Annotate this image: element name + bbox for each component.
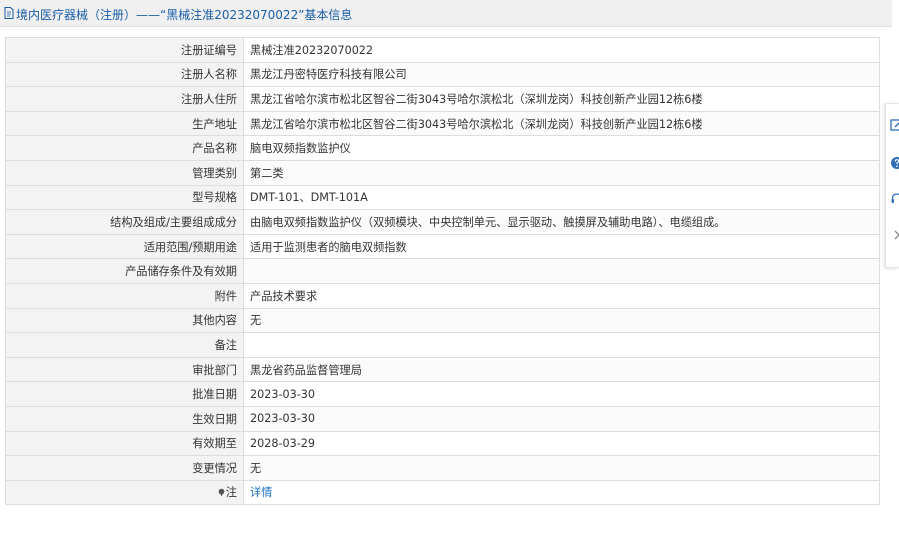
table-row: 注册人名称 黑龙江丹密特医疗科技有限公司 [5, 61, 880, 88]
table-row-note: 注 详情 [5, 479, 880, 506]
table-row: 审批部门 黑龙省药品监督管理局 [5, 356, 880, 383]
note-label-cell: 注 [5, 479, 244, 506]
page-header: 境内医疗器械（注册）——“黑械注准20232070022”基本信息 [0, 0, 892, 27]
row-label: 产品名称 [5, 135, 244, 161]
row-value: 黑龙江省哈尔滨市松北区智谷二街3043号哈尔滨松北（深圳龙岗）科技创新产业园12… [243, 86, 880, 112]
row-value: 2023-03-30 [243, 405, 880, 432]
table-row: 注册证编号 黑械注准20232070022 [5, 37, 880, 63]
row-value: 适用于监测患者的脑电双频指数 [243, 233, 880, 260]
table-row: 结构及组成/主要组成成分 由脑电双频指数监护仪（双频模块、中央控制单元、显示驱动、… [5, 209, 880, 235]
row-value: 产品技术要求 [243, 282, 880, 309]
table-row: 变更情况无 [5, 455, 880, 481]
floating-sidebar [885, 103, 899, 268]
row-value [243, 332, 880, 358]
page-title: 境内医疗器械（注册）——“黑械注准20232070022”基本信息 [16, 8, 353, 22]
row-value: DMT-101、DMT-101A [243, 184, 880, 211]
row-label: 生效日期 [5, 405, 244, 432]
table-row: 批准日期 2023-03-30 [5, 381, 880, 407]
row-value: 无 [243, 307, 880, 334]
row-label: 注册人名称 [5, 61, 244, 88]
row-label: 适用范围/预期用途 [5, 233, 244, 260]
note-value-cell: 详情 [243, 479, 880, 506]
row-label: 管理类别 [5, 159, 244, 186]
customer-service-icon[interactable] [890, 192, 899, 206]
row-value: 黑龙江省哈尔滨市松北区智谷二街3043号哈尔滨松北（深圳龙岗）科技创新产业园12… [243, 110, 880, 137]
table-row: 生效日期 2023-03-30 [5, 405, 880, 432]
document-icon [4, 7, 14, 19]
row-value: 黑械注准20232070022 [243, 37, 880, 63]
row-label: 结构及组成/主要组成成分 [5, 209, 244, 235]
row-label: 型号规格 [5, 184, 244, 211]
row-label: 生产地址 [5, 110, 244, 137]
row-label: 有效期至 [5, 430, 244, 457]
row-label: 其他内容 [5, 307, 244, 334]
edit-icon[interactable] [890, 118, 899, 132]
device-info-table: 注册证编号 黑械注准20232070022 注册人名称 黑龙江丹密特医疗科技有限公司… [5, 37, 880, 506]
row-label: 附件 [5, 282, 244, 309]
row-value: 2028-03-29 [243, 430, 880, 457]
table-row: 注册人住所 黑龙江省哈尔滨市松北区智谷二街3043号哈尔滨松北（深圳龙岗）科技创新… [5, 86, 880, 112]
row-value: 黑龙江丹密特医疗科技有限公司 [243, 61, 880, 88]
row-value: 2023-03-30 [243, 381, 880, 407]
row-value: 由脑电双频指数监护仪（双频模块、中央控制单元、显示驱动、触摸屏及辅助电路）、电缆… [243, 209, 880, 235]
table-row: 附件 产品技术要求 [5, 282, 880, 309]
note-label: 注 [225, 486, 237, 500]
row-value [243, 258, 880, 284]
row-value: 脑电双频指数监护仪 [243, 135, 880, 161]
row-label: 审批部门 [5, 356, 244, 383]
table-row: 适用范围/预期用途 适用于监测患者的脑电双频指数 [5, 233, 880, 260]
table-row: 管理类别 第二类 [5, 159, 880, 186]
table-row: 型号规格 DMT-101、DMT-101A [5, 184, 880, 211]
row-label: 注册人住所 [5, 86, 244, 112]
row-value: 黑龙省药品监督管理局 [243, 356, 880, 383]
row-label: 批准日期 [5, 381, 244, 407]
chevron-right-icon[interactable] [890, 228, 899, 242]
table-row: 生产地址 黑龙江省哈尔滨市松北区智谷二街3043号哈尔滨松北（深圳龙岗）科技创新产… [5, 110, 880, 137]
row-value: 无 [243, 455, 880, 481]
row-label: 变更情况 [5, 455, 244, 481]
row-label: 产品储存条件及有效期 [5, 258, 244, 284]
table-row: 产品储存条件及有效期 [5, 258, 880, 284]
table-row: 备注 [5, 332, 880, 358]
table-row: 其他内容无 [5, 307, 880, 334]
details-link[interactable]: 详情 [250, 486, 272, 499]
help-icon[interactable] [890, 156, 899, 170]
row-value: 第二类 [243, 159, 880, 186]
row-label: 注册证编号 [5, 37, 244, 63]
pin-icon [218, 489, 225, 498]
row-label: 备注 [5, 332, 244, 358]
table-row: 产品名称 脑电双频指数监护仪 [5, 135, 880, 161]
table-row: 有效期至 2028-03-29 [5, 430, 880, 457]
